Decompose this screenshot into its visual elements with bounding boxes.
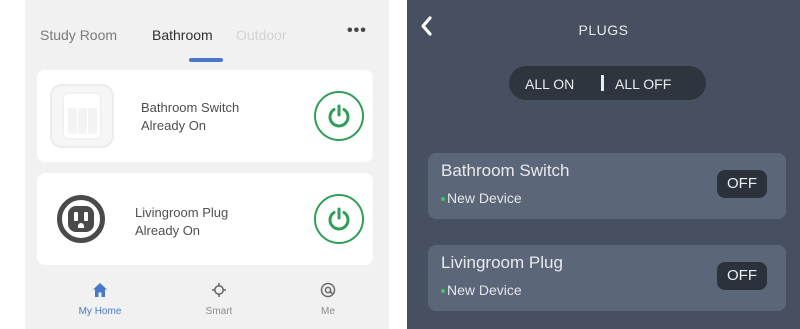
status-dot-icon [441,197,445,202]
nav-label: My Home [78,306,122,317]
all-toggle-bar: ALL ON ALL OFF [509,66,706,100]
device-name: Livingroom Plug [135,205,229,220]
page-title: PLUGS [578,22,629,38]
nav-label: Smart [205,306,233,317]
power-button[interactable] [314,91,364,141]
plug-name: Bathroom Switch [441,161,570,180]
status-dot-icon [441,289,445,294]
device-card-bathroom-switch[interactable]: Bathroom Switch Already On [37,70,373,162]
device-card-livingroom-plug[interactable]: Livingroom Plug Already On [37,173,373,265]
all-off-button[interactable]: ALL OFF [615,76,671,92]
plug-name: Livingroom Plug [441,253,563,272]
active-tab-indicator [189,58,223,62]
plug-subtitle: New Device [441,282,522,298]
power-button[interactable] [314,194,364,244]
smart-icon [212,283,226,297]
plug-toggle-button[interactable]: OFF [717,170,767,198]
divider [601,75,604,91]
plug-subtitle: New Device [441,190,522,206]
device-name: Bathroom Switch [141,100,240,115]
nav-me[interactable]: Me [293,268,363,329]
device-status: Already On [141,118,207,133]
tab-bathroom[interactable]: Bathroom [152,27,213,43]
tab-study-room[interactable]: Study Room [40,27,117,43]
device-status: Already On [135,223,201,238]
nav-my-home[interactable]: My Home [65,268,135,329]
nav-smart[interactable]: Smart [184,268,254,329]
plug-icon [57,195,105,243]
bottom-nav: My Home Smart Me [25,268,389,329]
power-icon [328,104,350,128]
room-tabs: Study Room Bathroom Outdoor ••• [25,0,389,66]
plug-row-bathroom-switch[interactable]: Bathroom Switch New Device OFF [428,153,786,219]
power-icon [328,207,350,231]
nav-label: Me [321,306,335,317]
me-icon [320,282,336,298]
tab-outdoor[interactable]: Outdoor [236,27,287,43]
wall-switch-icon [50,84,114,148]
all-on-button[interactable]: ALL ON [525,76,574,92]
plug-toggle-button[interactable]: OFF [717,262,767,290]
home-icon [93,283,107,297]
plug-row-livingroom-plug[interactable]: Livingroom Plug New Device OFF [428,245,786,311]
home-screen: Study Room Bathroom Outdoor ••• Bathroom… [25,0,389,329]
plugs-screen: PLUGS ALL ON ALL OFF Bathroom Switch New… [407,0,800,329]
more-options-icon[interactable]: ••• [347,22,367,40]
